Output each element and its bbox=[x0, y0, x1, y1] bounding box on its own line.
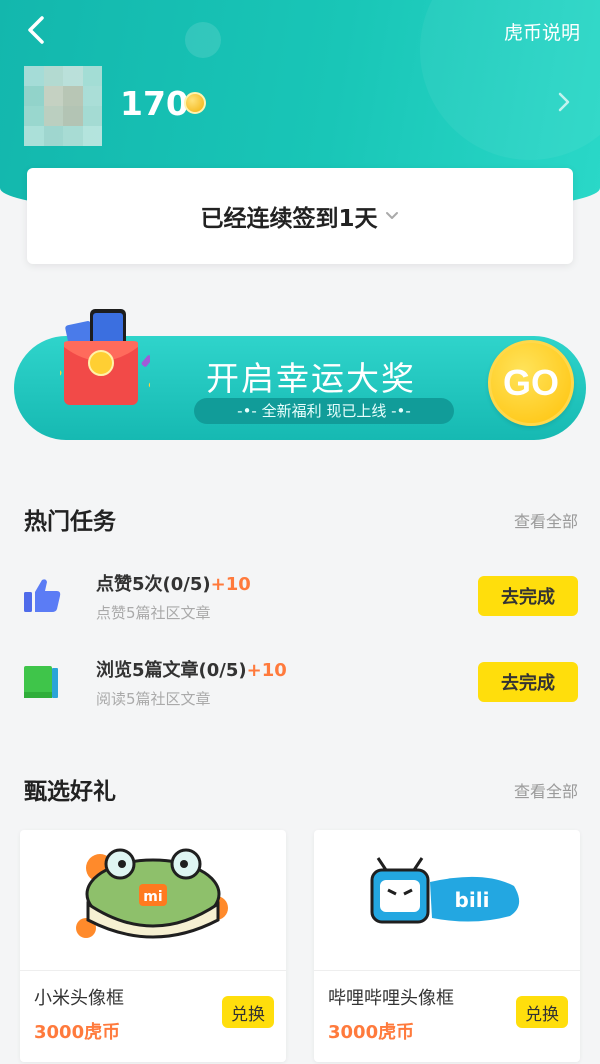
task-title-text: 浏览5篇文章(0/5) bbox=[96, 660, 247, 681]
divider bbox=[20, 970, 286, 971]
bilibili-frame-image: bili bbox=[370, 857, 520, 924]
decor-bubble bbox=[185, 22, 221, 58]
complete-task-button[interactable]: 去完成 bbox=[478, 662, 578, 702]
signin-card[interactable]: 已经连续签到1天 bbox=[27, 168, 573, 264]
gift-price: 3000虎币 bbox=[328, 1022, 415, 1043]
svg-text:mi: mi bbox=[143, 889, 162, 905]
complete-task-button[interactable]: 去完成 bbox=[478, 576, 578, 616]
gifts-view-all[interactable]: 查看全部 bbox=[514, 778, 578, 802]
svg-text:bili: bili bbox=[455, 888, 490, 912]
gift-name: 小米头像框 bbox=[34, 988, 124, 1009]
list-item: 浏览5篇文章(0/5)+10 阅读5篇社区文章 去完成 bbox=[0, 642, 600, 722]
red-packet-icon bbox=[60, 309, 150, 405]
divider bbox=[314, 970, 580, 971]
banner-title: 开启幸运大奖 bbox=[206, 359, 416, 398]
task-desc: 点赞5篇社区文章 bbox=[96, 604, 211, 622]
gift-name: 哔哩哔哩头像框 bbox=[328, 988, 454, 1009]
chevron-right-icon[interactable] bbox=[554, 92, 574, 112]
coin-help-link[interactable]: 虎币说明 bbox=[504, 18, 580, 45]
exchange-button[interactable]: 兑换 bbox=[516, 996, 568, 1028]
coin-icon bbox=[184, 92, 206, 114]
gifts-title: 甄选好礼 bbox=[24, 779, 116, 805]
banner-subtitle: -•- 全新福利 现已上线 -•- bbox=[194, 398, 454, 424]
list-item: 点赞5次(0/5)+10 点赞5篇社区文章 去完成 bbox=[0, 556, 600, 636]
task-bonus: +10 bbox=[210, 574, 251, 595]
go-button[interactable]: GO bbox=[488, 340, 574, 426]
thumbs-up-icon bbox=[24, 579, 61, 612]
hot-tasks-title: 热门任务 bbox=[24, 509, 116, 535]
gift-card-bilibili[interactable]: bili 哔哩哔哩头像框 3000虎币 兑换 bbox=[314, 830, 580, 1062]
coin-balance: 170 bbox=[120, 84, 189, 123]
book-icon bbox=[24, 666, 58, 698]
task-desc: 阅读5篇社区文章 bbox=[96, 690, 211, 708]
chevron-down-icon[interactable] bbox=[384, 208, 400, 224]
hot-tasks-view-all[interactable]: 查看全部 bbox=[514, 508, 578, 532]
avatar[interactable] bbox=[24, 66, 102, 146]
task-title: 点赞5次(0/5)+10 bbox=[96, 570, 251, 596]
gift-price: 3000虎币 bbox=[34, 1022, 121, 1043]
task-bonus: +10 bbox=[246, 660, 287, 681]
xiaomi-frame-image: mi bbox=[76, 848, 228, 939]
exchange-button[interactable]: 兑换 bbox=[222, 996, 274, 1028]
signin-streak-text: 已经连续签到1天 bbox=[200, 206, 378, 232]
gift-card-xiaomi[interactable]: mi 小米头像框 3000虎币 兑换 bbox=[20, 830, 286, 1062]
chevron-left-icon[interactable] bbox=[22, 14, 54, 46]
task-title-text: 点赞5次(0/5) bbox=[96, 574, 211, 595]
task-title: 浏览5篇文章(0/5)+10 bbox=[96, 656, 287, 682]
